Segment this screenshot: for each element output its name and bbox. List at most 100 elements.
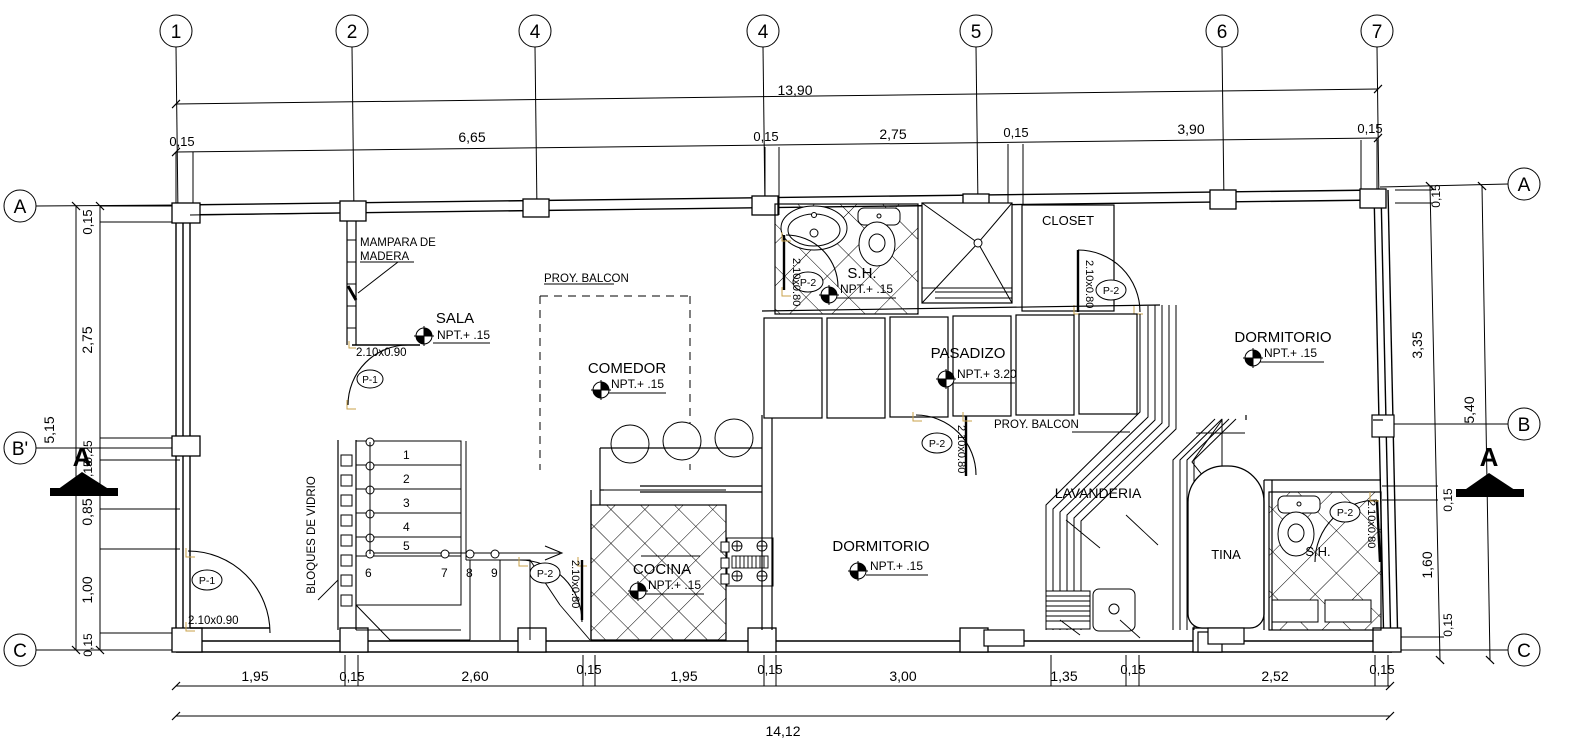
label-sala-group: SALA NPT.+ .15 bbox=[414, 310, 490, 346]
grid-bubble-5[interactable]: 5 bbox=[959, 14, 993, 208]
grid-bubble-6[interactable]: 6 bbox=[1205, 14, 1239, 204]
dim-bot-9: 2,52 bbox=[1261, 668, 1288, 684]
door-p2-kitchen: P-2 2.10x0.80 bbox=[518, 557, 587, 623]
label-dormitorio-right-group: DORMITORIO NPT.+ .15 bbox=[1234, 329, 1332, 368]
furniture-circles bbox=[610, 418, 754, 464]
section-label-right: A bbox=[1480, 442, 1499, 472]
section-label-left: A bbox=[73, 442, 92, 472]
grid-label: 4 bbox=[758, 22, 769, 43]
dim-bot-3: 0,15 bbox=[576, 662, 601, 677]
dimension-chain-bottom: 1,95 0,15 2,60 0,15 1,95 0,15 3,00 1,35 … bbox=[171, 655, 1395, 739]
grid-label: A bbox=[14, 197, 27, 218]
stair-tread-7: 7 bbox=[441, 566, 448, 580]
laundry-fixtures bbox=[1045, 588, 1141, 639]
door-size-p2-sh-top: 2.10x0.80 bbox=[790, 258, 802, 306]
dim-left-4: 0,85 bbox=[79, 498, 95, 525]
grid-label: C bbox=[13, 641, 27, 662]
door-tag-p2-pasadizo: P-2 bbox=[929, 438, 946, 450]
section-mark-right: A bbox=[1456, 442, 1524, 497]
grid-bubble-4[interactable]: 4 bbox=[746, 14, 780, 211]
grid-label: 1 bbox=[171, 22, 182, 43]
dim-top-6: 0,15 bbox=[1357, 121, 1382, 136]
sh-bottom-room: P-2 2.10x0.80 bbox=[1268, 491, 1382, 631]
dim-right-1: 3,35 bbox=[1409, 331, 1425, 358]
door-size-p2-bedroom-right: 2.10x0.80 bbox=[1083, 260, 1095, 308]
dim-bot-7: 1,35 bbox=[1050, 668, 1077, 684]
dim-bot-total: 14,12 bbox=[765, 723, 800, 739]
grid-bubble-3[interactable]: 4 bbox=[518, 14, 552, 213]
label-bloques-vidrio: BLOQUES DE VIDRIO bbox=[306, 476, 318, 594]
label-pasadizo-npt: NPT.+ 3.20 bbox=[957, 367, 1017, 381]
door-size-p1-lower: 2.10x0.90 bbox=[188, 615, 239, 627]
door-size-p2-sh-bottom: 2.10x0.80 bbox=[1365, 500, 1377, 548]
dim-right-4: 0,15 bbox=[1441, 613, 1455, 637]
label-dormitorio-mid: DORMITORIO bbox=[832, 538, 929, 555]
dim-top-0: 0,15 bbox=[169, 134, 194, 149]
grid-bubble-A-right[interactable]: A bbox=[1379, 167, 1541, 201]
door-tag-p2-kitchen: P-2 bbox=[537, 568, 554, 580]
skylight-box bbox=[921, 202, 1013, 304]
label-sh-bottom: S.H. bbox=[1305, 544, 1330, 559]
label-dormitorio-mid-group: DORMITORIO NPT.+ .15 bbox=[832, 538, 930, 581]
dim-bot-2: 2,60 bbox=[461, 668, 488, 684]
dim-top-5: 3,90 bbox=[1177, 121, 1204, 137]
dimension-chain-top: 13,90 0,15 6,65 0,15 2,75 0,15 3,90 0,15 bbox=[169, 82, 1383, 215]
label-sh-top-npt: NPT.+ .15 bbox=[840, 282, 893, 296]
dimension-chain-left: 5,15 0,15 2,75 0,25 0,15 0,85 1,00 0,15 bbox=[41, 201, 180, 657]
grid-label: 5 bbox=[971, 22, 982, 43]
dim-top-total: 13,90 bbox=[777, 82, 812, 98]
dim-bot-1: 0,15 bbox=[339, 669, 364, 684]
dim-right-0: 0,15 bbox=[1429, 184, 1443, 208]
stair-tread-8: 8 bbox=[466, 566, 473, 580]
label-dormitorio-right-npt: NPT.+ .15 bbox=[1264, 346, 1317, 360]
door-p1-lower: P-1 2.10x0.90 bbox=[185, 548, 271, 634]
door-tag-p2-sh-bottom: P-2 bbox=[1337, 507, 1354, 519]
grid-bubbles-right: A B C bbox=[1379, 167, 1541, 667]
window-mid-dormitorio bbox=[983, 629, 1025, 647]
grid-label: 7 bbox=[1372, 22, 1383, 43]
dimension-chain-right: 5,40 0,15 3,35 0,15 1,60 0,15 bbox=[1382, 181, 1495, 665]
stair-tread-1: 1 bbox=[403, 448, 410, 462]
label-pasadizo: PASADIZO bbox=[931, 345, 1006, 362]
label-proy-balcon-right: PROY. BALCON bbox=[994, 419, 1079, 431]
label-comedor-npt: NPT.+ .15 bbox=[611, 377, 664, 391]
dim-left-total: 5,15 bbox=[41, 416, 57, 443]
label-comedor-group: COMEDOR NPT.+ .15 bbox=[588, 360, 667, 400]
label-mampara-line1: MAMPARA DE bbox=[360, 237, 436, 249]
glass-block-wall bbox=[317, 440, 357, 630]
stair-tread-5: 5 bbox=[403, 539, 410, 553]
dim-right-total: 5,40 bbox=[1461, 396, 1477, 423]
label-cocina: COCINA bbox=[633, 561, 691, 578]
label-tina: TINA bbox=[1211, 547, 1241, 562]
grid-bubbles-top: 1 2 4 4 5 6 7 bbox=[159, 14, 1394, 216]
stair-tread-6: 6 bbox=[365, 566, 372, 580]
section-mark-left: A bbox=[50, 442, 118, 496]
dim-left-0: 0,15 bbox=[80, 209, 95, 234]
dim-top-3: 2,75 bbox=[879, 126, 906, 142]
grid-bubble-2[interactable]: 2 bbox=[335, 14, 369, 216]
grid-bubble-B-right[interactable]: B bbox=[1380, 407, 1541, 441]
label-lavanderia: LAVANDERIA bbox=[1055, 485, 1142, 501]
staircase: 1 2 3 4 5 6 7 8 9 bbox=[355, 437, 591, 641]
label-sala-npt: NPT.+ .15 bbox=[437, 328, 490, 342]
dim-top-4: 0,15 bbox=[1003, 125, 1028, 140]
dim-bot-6: 3,00 bbox=[889, 668, 916, 684]
grid-bubble-C-right[interactable]: C bbox=[1380, 633, 1541, 667]
label-sala: SALA bbox=[436, 310, 474, 327]
grid-label: A bbox=[1518, 175, 1531, 196]
dim-left-6: 0,15 bbox=[81, 633, 95, 657]
dim-bot-0: 1,95 bbox=[241, 668, 268, 684]
dim-left-1: 2,75 bbox=[79, 326, 95, 353]
floor-plan-canvas: 1 2 4 4 5 6 7 13,90 0,15 6,65 0,15 2,75 … bbox=[0, 0, 1589, 756]
stair-tread-3: 3 bbox=[403, 496, 410, 510]
grid-label: 4 bbox=[530, 22, 541, 43]
door-tag-p1-upper: P-1 bbox=[362, 375, 378, 386]
door-tag-p1-lower: P-1 bbox=[199, 575, 216, 587]
dim-right-2: 0,15 bbox=[1441, 488, 1455, 512]
dim-top-2: 0,15 bbox=[753, 129, 778, 144]
floor-plan-svg: 1 2 4 4 5 6 7 13,90 0,15 6,65 0,15 2,75 … bbox=[3, 14, 1541, 739]
label-comedor: COMEDOR bbox=[588, 360, 667, 377]
label-proy-balcon-left: PROY. BALCON bbox=[544, 273, 629, 285]
door-size-sala: 2.10x0.90 bbox=[356, 347, 407, 359]
dim-left-5: 1,00 bbox=[79, 576, 95, 603]
